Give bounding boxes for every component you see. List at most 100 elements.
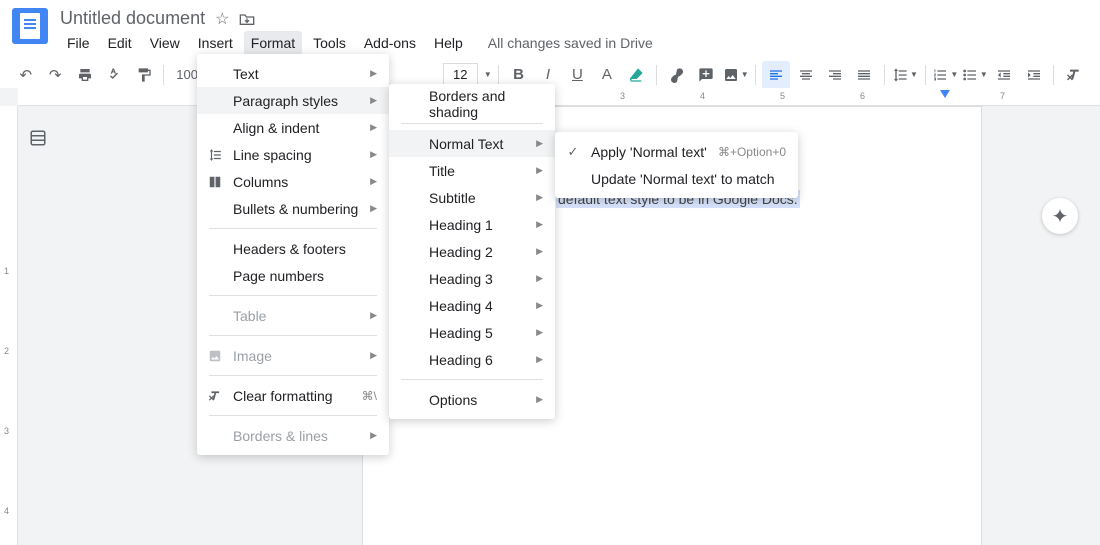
menu-item-label: Columns — [233, 174, 362, 190]
menu-item-heading-3[interactable]: Heading 3 ▶ — [389, 265, 555, 292]
outline-toggle-button[interactable] — [24, 124, 52, 152]
menu-tools[interactable]: Tools — [306, 31, 353, 55]
move-icon[interactable] — [239, 12, 255, 26]
menu-item-headers-footers[interactable]: Headers & footers — [197, 235, 389, 262]
submenu-arrow-icon: ▶ — [370, 122, 377, 133]
menu-item-apply-normal-text-[interactable]: ✓Apply 'Normal text'⌘+Option+0 — [555, 138, 798, 165]
menu-item-label: Page numbers — [233, 268, 377, 284]
submenu-arrow-icon: ▶ — [536, 273, 543, 284]
check-icon — [205, 349, 225, 363]
menu-item-normal-text[interactable]: Normal Text▶ — [389, 130, 555, 157]
shortcut-label: ⌘\ — [362, 389, 377, 403]
menu-item-label: Heading 1 — [425, 217, 528, 233]
menu-item-title[interactable]: Title▶ — [389, 157, 555, 184]
ruler-tick: 7 — [1000, 91, 1005, 101]
align-justify-button[interactable] — [851, 61, 878, 89]
explore-button[interactable]: ✦ — [1042, 198, 1078, 234]
align-left-button[interactable] — [762, 61, 789, 89]
check-icon — [205, 389, 225, 403]
menu-item-heading-6[interactable]: Heading 6▶ — [389, 346, 555, 373]
align-right-button[interactable] — [821, 61, 848, 89]
menu-item-heading-1[interactable]: Heading 1▶ — [389, 211, 555, 238]
horizontal-ruler[interactable]: 1234567 — [18, 88, 1100, 106]
menu-item-label: Heading 6 — [425, 352, 528, 368]
menu-insert[interactable]: Insert — [191, 31, 240, 55]
menu-item-page-numbers[interactable]: Page numbers — [197, 262, 389, 289]
menu-format[interactable]: Format — [244, 31, 302, 55]
submenu-arrow-icon: ▶ — [370, 310, 377, 321]
menu-item-align-indent[interactable]: Align & indent ▶ — [197, 114, 389, 141]
menu-item-label: Heading 2 — [425, 244, 528, 260]
ruler-tick: 3 — [620, 91, 625, 101]
vertical-ruler[interactable]: 12345 — [0, 106, 18, 545]
menu-item-label: Borders & lines — [233, 428, 362, 444]
menubar: FileEditViewInsertFormatToolsAdd-onsHelp… — [60, 31, 1088, 55]
menu-item-label: Heading 4 — [425, 298, 528, 314]
menu-item-clear-formatting[interactable]: Clear formatting ⌘\ — [197, 382, 389, 409]
menu-item-image: Image▶ — [197, 342, 389, 369]
menu-item-label: Table — [233, 308, 362, 324]
ruler-tick: 1 — [4, 266, 9, 276]
align-center-button[interactable] — [792, 61, 819, 89]
ruler-tick: 5 — [780, 91, 785, 101]
menu-item-heading-4[interactable]: Heading 4▶ — [389, 292, 555, 319]
menu-view[interactable]: View — [143, 31, 187, 55]
menu-item-label: Update 'Normal text' to match — [591, 171, 786, 187]
clear-formatting-button[interactable] — [1060, 61, 1087, 89]
menu-item-line-spacing[interactable]: Line spacing▶ — [197, 141, 389, 168]
menu-item-paragraph-styles[interactable]: Paragraph styles▶ — [197, 87, 389, 114]
menu-item-borders-and-shading[interactable]: Borders and shading — [389, 90, 555, 117]
submenu-arrow-icon: ▶ — [370, 95, 377, 106]
insert-link-button[interactable] — [663, 61, 690, 89]
menu-item-label: Align & indent — [233, 120, 362, 136]
ruler-tick: 6 — [860, 91, 865, 101]
menu-item-heading-5[interactable]: Heading 5▶ — [389, 319, 555, 346]
ruler-indent-marker[interactable] — [940, 90, 950, 98]
text-color-button[interactable]: A — [593, 61, 620, 89]
normal-text-submenu: ✓Apply 'Normal text'⌘+Option+0 Update 'No… — [555, 132, 798, 198]
menu-item-text[interactable]: Text▶ — [197, 60, 389, 87]
header: Untitled document ☆ FileEditViewInsertFo… — [0, 0, 1100, 55]
submenu-arrow-icon: ▶ — [536, 246, 543, 257]
font-size-dropdown-arrow[interactable]: ▼ — [484, 70, 492, 79]
underline-button[interactable]: U — [564, 61, 591, 89]
add-comment-button[interactable] — [693, 61, 720, 89]
menu-item-options[interactable]: Options▶ — [389, 386, 555, 413]
insert-image-button[interactable]: ▼ — [722, 61, 749, 89]
font-size-input[interactable]: 12 — [443, 63, 478, 87]
submenu-arrow-icon: ▶ — [536, 394, 543, 405]
paint-format-button[interactable] — [130, 61, 157, 89]
menu-item-heading-2[interactable]: Heading 2 ▶ — [389, 238, 555, 265]
bulleted-list-button[interactable]: ▼ — [961, 61, 988, 89]
document-title[interactable]: Untitled document — [60, 8, 205, 29]
menu-item-label: Clear formatting — [233, 388, 354, 404]
submenu-arrow-icon: ▶ — [370, 149, 377, 160]
menu-item-label: Subtitle — [425, 190, 528, 206]
menu-item-label: Title — [425, 163, 528, 179]
menu-item-label: Heading 3 — [425, 271, 528, 287]
menu-edit[interactable]: Edit — [101, 31, 139, 55]
highlight-button[interactable] — [623, 61, 650, 89]
redo-button[interactable]: ↷ — [41, 61, 68, 89]
decrease-indent-button[interactable] — [991, 61, 1018, 89]
ruler-tick: 2 — [4, 346, 9, 356]
menu-help[interactable]: Help — [427, 31, 470, 55]
ruler-tick: 4 — [4, 506, 9, 516]
print-button[interactable] — [71, 61, 98, 89]
undo-button[interactable]: ↶ — [12, 61, 39, 89]
line-spacing-button[interactable]: ▼ — [891, 61, 918, 89]
docs-logo-icon[interactable] — [12, 8, 48, 44]
numbered-list-button[interactable]: ▼ — [932, 61, 959, 89]
check-icon — [205, 148, 225, 162]
increase-indent-button[interactable] — [1020, 61, 1047, 89]
submenu-arrow-icon: ▶ — [536, 192, 543, 203]
menu-add-ons[interactable]: Add-ons — [357, 31, 423, 55]
menu-item-update-normal-text-to-match[interactable]: Update 'Normal text' to match — [555, 165, 798, 192]
menu-file[interactable]: File — [60, 31, 97, 55]
menu-item-columns[interactable]: Columns▶ — [197, 168, 389, 195]
menu-item-bullets-numbering[interactable]: Bullets & numbering▶ — [197, 195, 389, 222]
star-icon[interactable]: ☆ — [215, 9, 229, 29]
menu-item-subtitle[interactable]: Subtitle ▶ — [389, 184, 555, 211]
menu-item-label: Apply 'Normal text' — [591, 144, 710, 160]
spellcheck-button[interactable] — [100, 61, 127, 89]
